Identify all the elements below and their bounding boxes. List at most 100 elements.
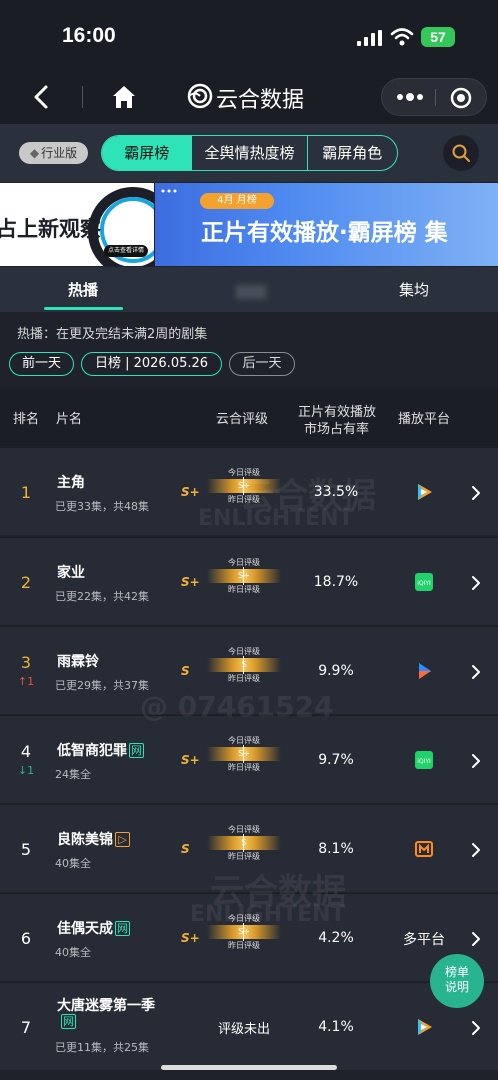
ranking-type-strip: ◆ 行业版 霸屏榜 全舆情热度榜 霸屏角色 [0,124,498,182]
show-title-text: 家业 [57,565,85,581]
mini-program-capsule [381,78,487,116]
close-target-icon[interactable] [450,87,472,109]
web-series-tag: 网 [115,921,130,936]
tab-screen-dominance[interactable]: 霸屏榜 [102,136,192,170]
date-selector[interactable]: 日榜 | 2026.05.26 [81,352,222,376]
search-button[interactable] [443,135,479,171]
table-row[interactable]: 7 大唐迷雾第一季网已更11集，共25集 评级未出 4.1% [0,982,498,1070]
divider [82,86,83,108]
show-title: 低智商犯罪网 [57,740,144,760]
carousel-dots-icon [161,189,177,193]
yesterday-rating-label: 昨日评级 [228,852,260,861]
back-arrow-icon[interactable] [30,84,54,110]
wifi-icon [390,28,414,46]
table-row[interactable]: 2 家业 已更22集，共42集 S+ 今日评级 S+ 昨日评级 18.7% iQIYI [0,537,498,625]
rating-bar: S+ [207,923,281,941]
show-title: 佳偶天成网 [57,918,130,938]
chevron-right-icon[interactable] [471,664,481,680]
rating-bar: S+ [207,745,281,763]
table-row[interactable]: 1 主角 已更33集，共48集 S+ 今日评级 S+ 昨日评级 33.5% [0,447,498,535]
header-title: 片名 [56,412,83,427]
show-title-text: 低智商犯罪 [57,743,127,759]
chevron-right-icon[interactable] [471,842,481,858]
chevron-right-icon[interactable] [471,575,481,591]
chevron-right-icon[interactable] [471,485,481,501]
ranking-segment-control: 霸屏榜 全舆情热度榜 霸屏角色 [101,135,398,171]
header-rating: 云合评级 [216,412,269,427]
episode-status: 40集全 [55,946,91,959]
rank-number: 6 [20,929,32,948]
table-row[interactable]: 3 ↑1 雨霖铃已更29集，共37集 S 今日评级 S 昨日评级 9.9% [0,626,498,714]
banner-new-release[interactable]: 占上新观察 点击查看详情 [0,183,154,266]
today-rating-label: 今日评级 [228,647,260,656]
chevron-right-icon[interactable] [471,1020,481,1036]
show-title: 家业 [57,562,85,582]
previous-day-button[interactable]: 前一天 [9,352,74,376]
search-icon [452,144,470,162]
tab-dominant-roles[interactable]: 霸屏角色 [306,136,397,170]
episode-status: 已更22集，共42集 [55,590,149,603]
industry-edition-badge[interactable]: ◆ 行业版 [19,142,88,164]
show-title-text: 良陈美锦 [57,832,113,848]
banner-monthly-ranking[interactable]: 4月 月榜 正片有效播放·霸屏榜 集 [155,183,498,266]
rank-change: ↓1 [17,764,35,777]
today-rating-label: 今日评级 [228,558,260,567]
show-title-tag-line: 网 [59,1014,76,1030]
episode-status: 40集全 [55,857,91,870]
today-rating-label: 今日评级 [228,914,260,923]
platform-text: 多平台 [403,932,445,948]
episode-status: 24集全 [55,768,91,781]
rating-bar-value: S+ [238,927,250,936]
rating-tick [243,477,244,495]
today-rating-label: 今日评级 [228,736,260,745]
episode-status: 已更29集，共37集 [55,679,149,692]
chevron-right-icon[interactable] [471,753,481,769]
table-row[interactable]: 6 佳偶天成网 40集全 S+ 今日评级 S+ 昨日评级 4.2% 多平台 [0,893,498,981]
sub-tabs: 热播 集均 [0,267,498,312]
rating-tick [243,745,244,763]
ranking-explanation-button[interactable]: 榜单 说明 [430,954,484,1008]
today-rating-label: 今日评级 [228,825,260,834]
svg-text:iQIYI: iQIYI [417,580,431,587]
rating-bar-value: S+ [238,571,250,580]
iqiyi-platform-icon: iQIYI [413,572,435,592]
table-row[interactable]: 5 良陈美锦▷ 40集全 S 今日评级 S 昨日评级 8.1% [0,804,498,892]
rating-pending: 评级未出 [218,1022,271,1037]
show-title: 大唐迷雾第一季 [57,995,155,1015]
battery-indicator: 57 [421,27,455,47]
table-row[interactable]: 4 ↓1 低智商犯罪网 24集全 S+ 今日评级 S+ 昨日评级 9.7% iQIYI [0,715,498,803]
rating-tick [243,834,244,852]
tencent-platform-icon [413,482,435,502]
chevron-right-icon[interactable] [471,931,481,947]
rank-number: 3 [20,653,32,672]
rank-number: 1 [20,483,32,502]
home-indicator[interactable] [161,1065,337,1070]
rank-change: ↑1 [17,675,35,688]
next-day-button[interactable]: 后一天 [229,352,295,376]
rank-number: 7 [20,1018,32,1037]
tab-blurred[interactable] [236,285,266,299]
tab-hot-airing[interactable]: 热播 [68,279,98,300]
more-dots-icon[interactable] [396,90,424,104]
active-tab-indicator [44,307,123,310]
rating-bar-value: S+ [238,481,250,490]
banner-left-title: 占上新观察 [0,217,101,241]
home-icon[interactable] [110,83,138,111]
ranking-description: 热播：在更及完结未满2周的剧集 [17,327,208,342]
tab-episode-average[interactable]: 集均 [399,279,429,300]
tab-public-opinion-heat[interactable]: 全舆情热度榜 [191,136,306,170]
market-share: 9.9% [318,663,354,679]
rating-comparison: 今日评级 S+ 昨日评级 [207,913,281,951]
yesterday-rating-label: 昨日评级 [228,674,260,683]
yesterday-rating-label: 昨日评级 [228,941,260,950]
rank-number: 2 [20,573,32,592]
rating-bar-value: S+ [238,749,250,758]
diamond-icon: ◆ [29,146,40,160]
rating-grade: S+ [181,753,200,767]
yesterday-rating-label: 昨日评级 [228,763,260,772]
show-title-text: 雨霖铃 [57,654,99,670]
market-share: 9.7% [318,752,354,768]
cellular-signal-icon [357,30,382,46]
show-title-text: 主角 [57,475,85,491]
rating-grade: S+ [181,575,200,589]
